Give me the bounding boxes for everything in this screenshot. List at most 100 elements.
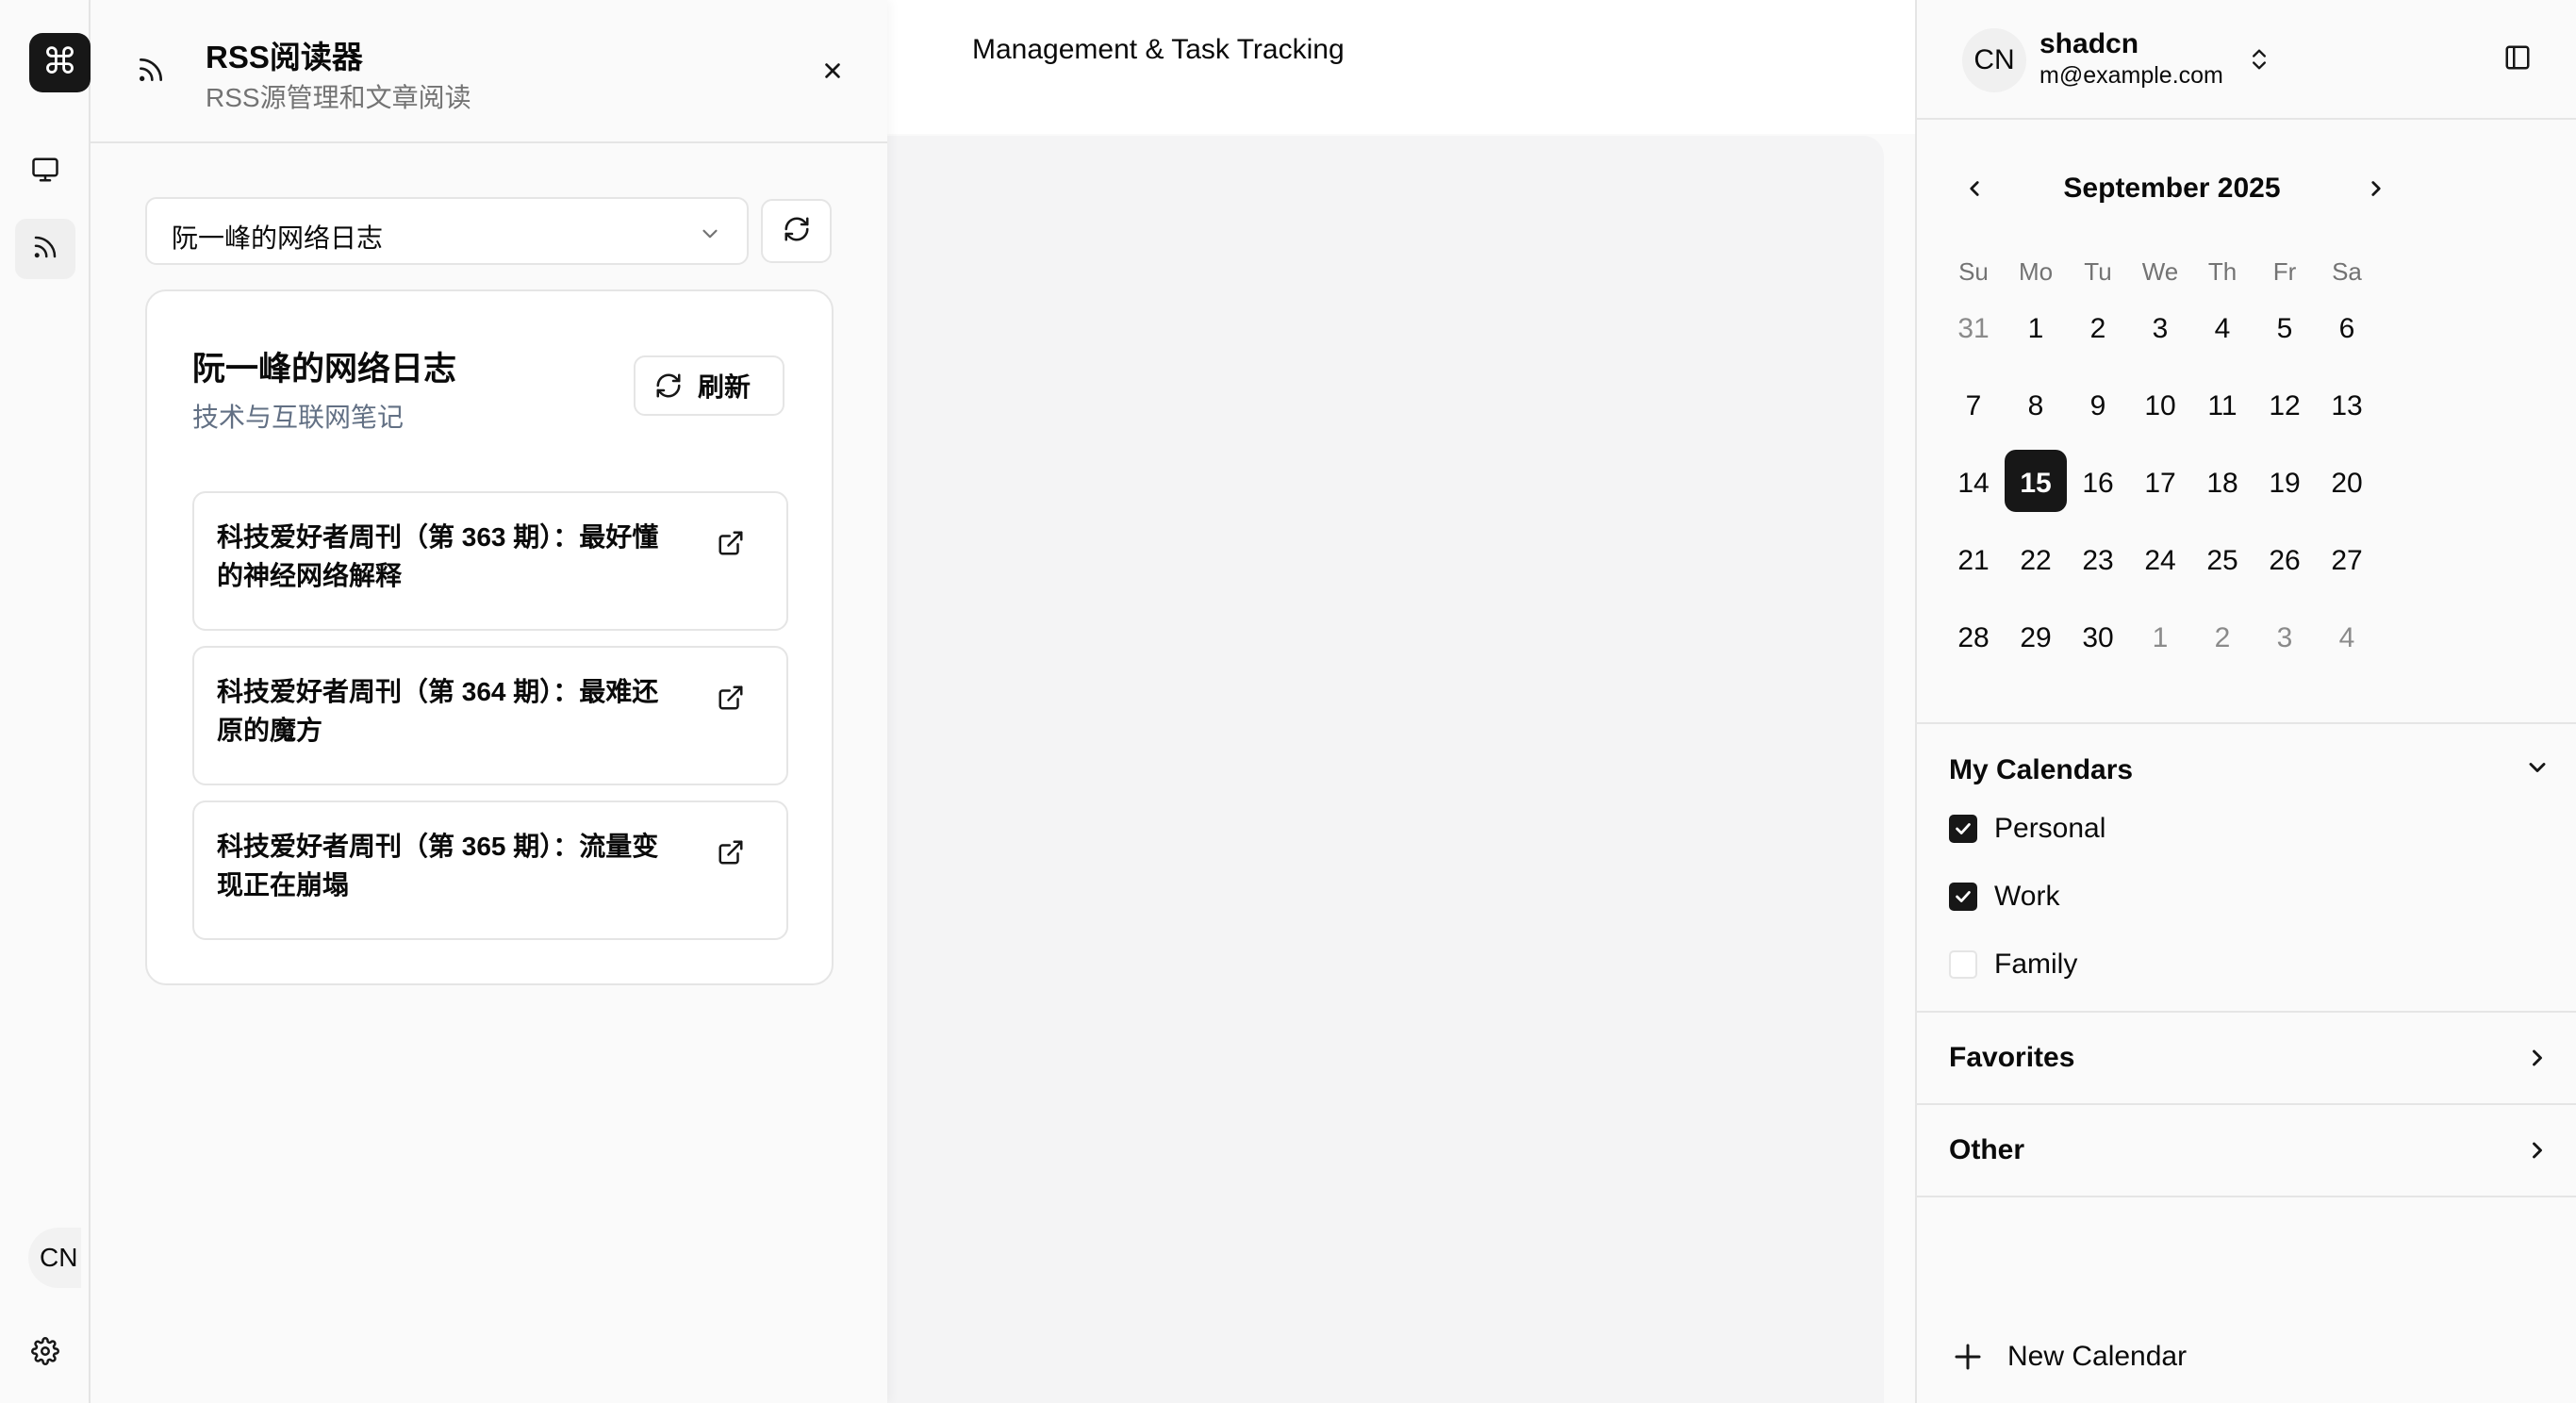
calendar-day[interactable]: 3 [2254, 604, 2316, 682]
weekday-label: Sa [2332, 257, 2362, 286]
checkbox-checked[interactable] [1949, 883, 1977, 911]
divider [1917, 1011, 2576, 1013]
calendar-day[interactable]: 6 [2316, 295, 2378, 372]
toggle-panel-icon[interactable] [2503, 43, 2532, 76]
checkbox-unchecked[interactable] [1949, 950, 1977, 979]
calendar-day[interactable]: 10 [2129, 372, 2191, 450]
calendar-day[interactable]: 12 [2254, 372, 2316, 450]
calendar-day[interactable]: 26 [2254, 527, 2316, 604]
calendar-option-family[interactable]: Family [1949, 949, 2077, 981]
calendar-day[interactable]: 17 [2129, 450, 2191, 527]
rss-drawer-subtitle: RSS源管理和文章阅读 [206, 83, 471, 112]
rss-drawer-title: RSS阅读器 [206, 40, 363, 74]
calendar-day[interactable]: 24 [2129, 527, 2191, 604]
app-logo-command-icon[interactable]: ⌘ [29, 33, 91, 92]
icon-rail: ⌘ CN [0, 0, 91, 1403]
user-avatar-small[interactable]: CN [28, 1228, 81, 1288]
calendar-day[interactable]: 1 [2129, 604, 2191, 682]
calendar-option-label: Work [1994, 881, 2060, 912]
avatar: CN [1962, 28, 2026, 92]
calendar-option-personal[interactable]: Personal [1949, 813, 2105, 845]
calendar-week: 31 1 2 3 4 5 6 [1942, 295, 2378, 372]
calendar-day[interactable]: 27 [2316, 527, 2378, 604]
divider [1917, 722, 2576, 724]
weekday-label: We [2141, 257, 2179, 286]
rail-item-rss[interactable] [15, 219, 75, 279]
refresh-icon [783, 215, 811, 248]
article-title: 科技爱好者周刊（第 365 期）：流量变现正在崩塌 [217, 832, 659, 900]
refresh-feeds-button[interactable] [761, 199, 832, 263]
calendar-day[interactable]: 4 [2191, 295, 2254, 372]
user-name: shadcn [2039, 28, 2139, 59]
feed-refresh-button[interactable]: 刷新 [634, 355, 784, 416]
calendar-day-selected[interactable]: 15 [2005, 450, 2067, 527]
chevron-right-icon[interactable] [2524, 1137, 2551, 1168]
feed-refresh-label: 刷新 [698, 372, 751, 402]
calendar-day[interactable]: 19 [2254, 450, 2316, 527]
new-calendar-label: New Calendar [2007, 1341, 2188, 1372]
external-link-icon[interactable] [717, 529, 745, 562]
article-item[interactable]: 科技爱好者周刊（第 364 期）：最难还原的魔方 [192, 646, 788, 785]
calendar-day[interactable]: 20 [2316, 450, 2378, 527]
calendar-day[interactable]: 5 [2254, 295, 2316, 372]
calendar-week: 7 8 9 10 11 12 13 [1942, 372, 2378, 450]
calendar-day[interactable]: 2 [2191, 604, 2254, 682]
external-link-icon[interactable] [717, 684, 745, 717]
calendar-day[interactable]: 14 [1942, 450, 2005, 527]
calendar-day[interactable]: 13 [2316, 372, 2378, 450]
rail-item-desktop[interactable] [15, 141, 75, 202]
section-my-calendars-title[interactable]: My Calendars [1949, 754, 2133, 786]
rss-icon [136, 55, 166, 90]
rss-icon [31, 233, 59, 266]
calendar-day[interactable]: 30 [2067, 604, 2129, 682]
chevron-right-icon[interactable] [2364, 176, 2388, 206]
feed-select-value: 阮一峰的网络日志 [172, 223, 384, 253]
close-icon[interactable] [822, 55, 843, 87]
calendar-day[interactable]: 16 [2067, 450, 2129, 527]
rss-drawer-header: RSS阅读器 RSS源管理和文章阅读 [91, 0, 887, 143]
calendar-day[interactable]: 18 [2191, 450, 2254, 527]
weekday-header: Su Mo Tu We Th Fr Sa [1942, 248, 2378, 295]
user-menu[interactable]: CN shadcn m@example.com [1917, 0, 2576, 120]
chevrons-up-down-icon [2246, 43, 2272, 80]
article-title: 科技爱好者周刊（第 363 期）：最好懂的神经网络解释 [217, 522, 659, 590]
user-email: m@example.com [2039, 62, 2223, 89]
weekday-label: Mo [2018, 257, 2054, 286]
mini-calendar: September 2025 Su Mo Tu We Th Fr Sa 31 1… [1932, 137, 2412, 693]
calendar-day[interactable]: 21 [1942, 527, 2005, 604]
section-other-title[interactable]: Other [1949, 1134, 2024, 1166]
calendar-day[interactable]: 28 [1942, 604, 2005, 682]
calendar-day[interactable]: 29 [2005, 604, 2067, 682]
feed-description: 技术与互联网笔记 [192, 403, 405, 432]
checkbox-checked[interactable] [1949, 815, 1977, 843]
plus-icon [1951, 1340, 1985, 1374]
calendar-week: 28 29 30 1 2 3 4 [1942, 604, 2378, 682]
calendar-option-work[interactable]: Work [1949, 881, 2059, 913]
calendar-day[interactable]: 4 [2316, 604, 2378, 682]
calendar-day[interactable]: 1 [2005, 295, 2067, 372]
calendar-day[interactable]: 3 [2129, 295, 2191, 372]
calendar-day[interactable]: 2 [2067, 295, 2129, 372]
external-link-icon[interactable] [717, 838, 745, 871]
calendar-day[interactable]: 8 [2005, 372, 2067, 450]
rail-item-settings[interactable] [15, 1323, 75, 1383]
calendar-sidebar: CN shadcn m@example.com September 2025 S… [1915, 0, 2576, 1403]
article-item[interactable]: 科技爱好者周刊（第 365 期）：流量变现正在崩塌 [192, 801, 788, 940]
chevron-right-icon[interactable] [2524, 1045, 2551, 1076]
article-item[interactable]: 科技爱好者周刊（第 363 期）：最好懂的神经网络解释 [192, 491, 788, 631]
calendar-day[interactable]: 7 [1942, 372, 2005, 450]
monitor-icon [31, 156, 59, 189]
calendar-day[interactable]: 9 [2067, 372, 2129, 450]
feed-select[interactable]: 阮一峰的网络日志 [145, 197, 749, 265]
calendar-day[interactable]: 11 [2191, 372, 2254, 450]
feed-title: 阮一峰的网络日志 [192, 351, 457, 388]
feed-card: 阮一峰的网络日志 技术与互联网笔记 刷新 科技爱好者周刊（第 363 期）：最好… [145, 289, 834, 985]
calendar-grid: Su Mo Tu We Th Fr Sa 31 1 2 3 4 5 6 7 8 … [1942, 248, 2378, 682]
chevron-down-icon[interactable] [2524, 754, 2551, 785]
calendar-day[interactable]: 31 [1942, 295, 2005, 372]
calendar-day[interactable]: 22 [2005, 527, 2067, 604]
new-calendar-button[interactable]: New Calendar [1951, 1340, 2187, 1374]
section-favorites-title[interactable]: Favorites [1949, 1042, 2074, 1074]
calendar-day[interactable]: 25 [2191, 527, 2254, 604]
calendar-day[interactable]: 23 [2067, 527, 2129, 604]
